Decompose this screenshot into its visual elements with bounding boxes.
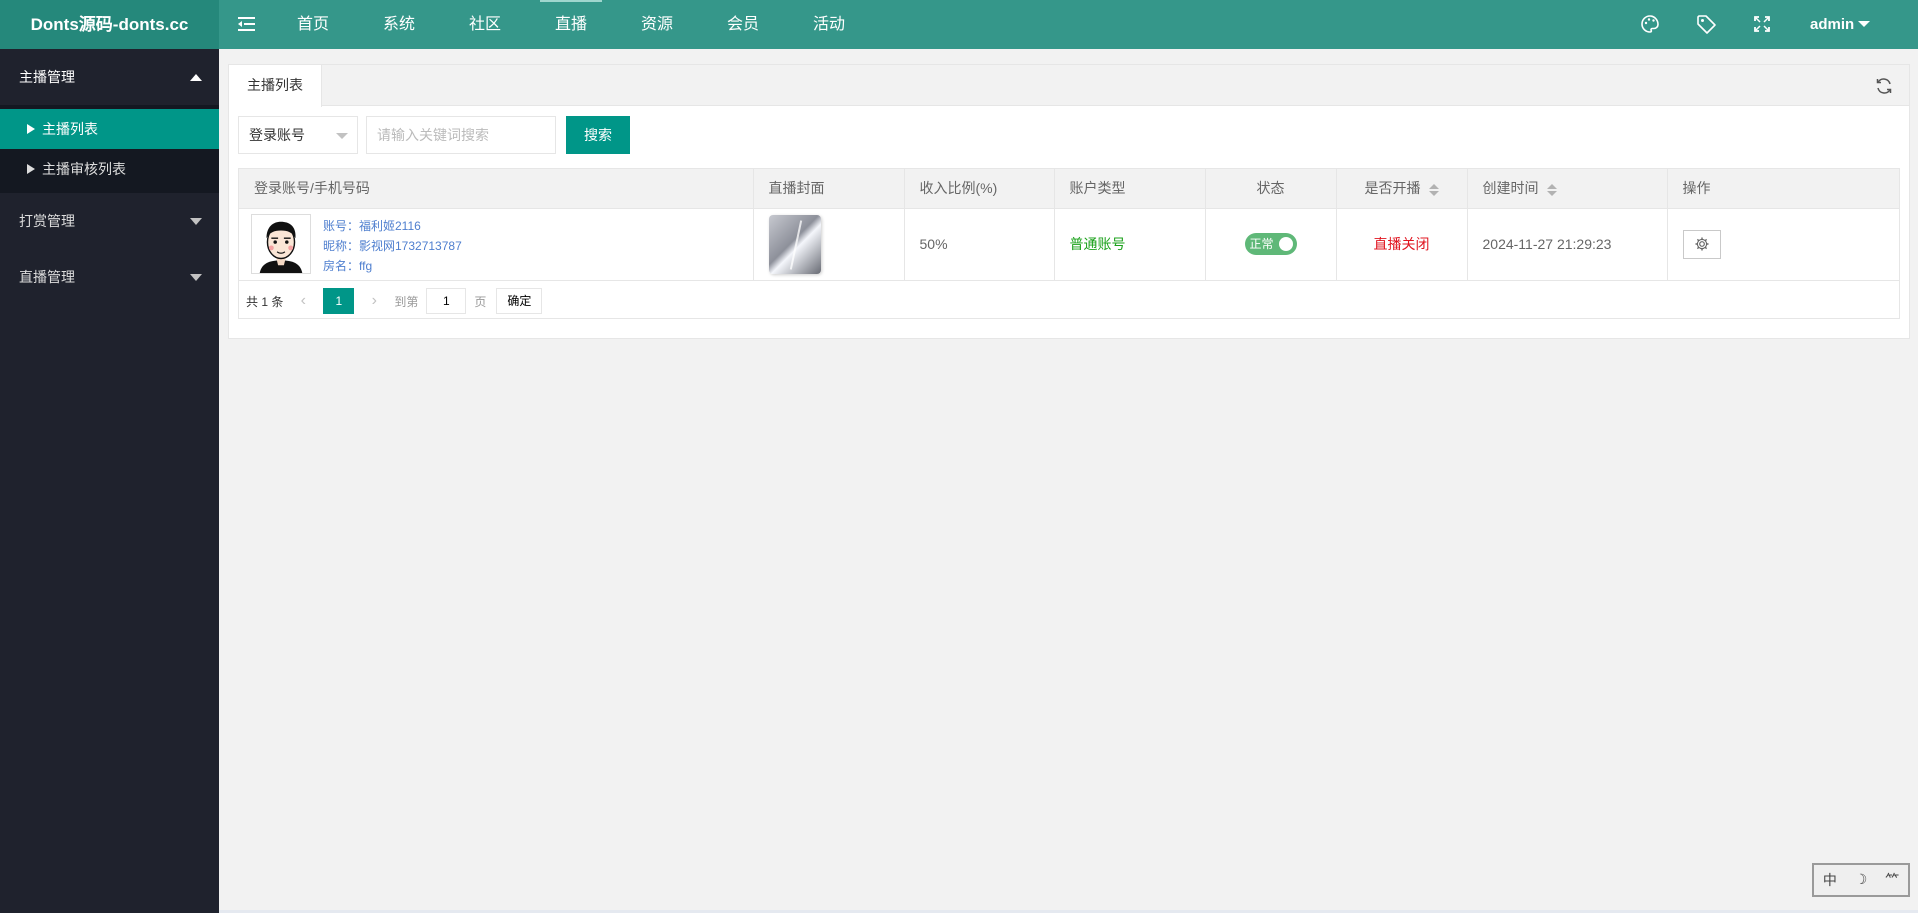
live-cover-image[interactable] (768, 214, 821, 274)
table-header-row: 登录账号/手机号码 直播封面 收入比例(%) 账户类型 状态 是否开播 创建时间… (239, 169, 1899, 209)
search-field-select[interactable]: 登录账号 (238, 116, 358, 154)
prev-page-icon[interactable]: ‹ (293, 292, 313, 310)
sidebar-submenu: 主播列表 主播审核列表 (0, 105, 219, 193)
ratio-cell: 50% (904, 208, 1055, 281)
col-cover: 直播封面 (753, 169, 905, 209)
gear-icon (1695, 237, 1708, 251)
ime-mode[interactable]: 中 (1823, 870, 1837, 890)
sidebar-item-streamer-review[interactable]: 主播审核列表 (0, 149, 219, 189)
col-actions: 操作 (1667, 169, 1899, 209)
username: admin (1810, 16, 1855, 33)
ime-moon-icon[interactable]: ☽ (1855, 872, 1868, 888)
user-menu[interactable]: admin (1810, 0, 1871, 49)
search-field-value: 登录账号 (249, 127, 305, 143)
chevron-down-icon (190, 218, 202, 225)
theme-icon[interactable] (1639, 13, 1661, 35)
sidebar-group-streamer[interactable]: 主播管理 (0, 49, 219, 105)
tab-streamer-list[interactable]: 主播列表 (229, 65, 322, 107)
app-logo[interactable]: Donts源码-donts.cc (0, 0, 219, 49)
triangle-right-icon (27, 164, 35, 175)
status-cell: 正常 (1205, 208, 1337, 281)
nav-system[interactable]: 系统 (356, 0, 442, 49)
account-name[interactable]: 账号：福利姬2116 (323, 216, 462, 236)
col-live-label: 是否开播 (1364, 180, 1421, 197)
account-info: 账号：福利姬2116 昵称：影视网1732713787 房名：ffg (323, 216, 462, 276)
ime-settings-icon[interactable]: ⺮ (1885, 870, 1899, 890)
avatar[interactable] (251, 213, 311, 274)
chevron-down-icon (190, 274, 202, 281)
nav-members[interactable]: 会员 (700, 0, 786, 49)
nav-live[interactable]: 直播 (528, 0, 614, 49)
nav-activity[interactable]: 活动 (786, 0, 872, 49)
content-card: 主播列表 登录账号 搜索 登录账号/手机号码 直播封面 收入比例(%) 账户类型… (228, 64, 1910, 339)
sidebar-group-label: 主播管理 (19, 69, 75, 85)
search-button[interactable]: 搜索 (566, 116, 630, 154)
table-row: 账号：福利姬2116 昵称：影视网1732713787 房名：ffg 50% 普… (239, 208, 1899, 281)
sidebar: 主播管理 主播列表 主播审核列表 打赏管理 直播管理 (0, 49, 219, 913)
cover-cell (753, 208, 905, 281)
fullscreen-icon[interactable] (1751, 13, 1773, 35)
ime-toolbar[interactable]: 中 ☽ ⺮ (1812, 863, 1910, 897)
pagination: 共 1 条 ‹ 1 › 到第 页 确定 (239, 282, 543, 320)
chevron-up-icon (190, 74, 202, 81)
tag-icon[interactable] (1695, 13, 1717, 35)
tab-bar: 主播列表 (229, 65, 1909, 107)
sidebar-item-streamer-list[interactable]: 主播列表 (0, 109, 219, 149)
total-count: 共 1 条 (246, 294, 284, 309)
next-page-icon[interactable]: › (364, 292, 384, 310)
page-unit-label: 页 (474, 294, 487, 309)
sidebar-item-label: 主播列表 (42, 121, 98, 137)
top-header: Donts源码-donts.cc 首页 系统 社区 直播 资源 会员 活动 ad… (0, 0, 1918, 49)
top-nav: 首页 系统 社区 直播 资源 会员 活动 (270, 0, 872, 49)
toggle-knob (1278, 237, 1293, 251)
chevron-down-icon (336, 133, 348, 139)
nav-resources[interactable]: 资源 (614, 0, 700, 49)
settings-button[interactable] (1682, 229, 1721, 259)
account-cell: 账号：福利姬2116 昵称：影视网1732713787 房名：ffg (239, 208, 754, 281)
actions-cell (1667, 208, 1899, 281)
status-toggle[interactable]: 正常 (1244, 233, 1297, 255)
goto-confirm-button[interactable]: 确定 (496, 288, 543, 314)
sort-icon[interactable] (1546, 183, 1557, 197)
created-cell: 2024-11-27 21:29:23 (1467, 208, 1668, 281)
goto-label: 到第 (394, 294, 419, 309)
status-toggle-label: 正常 (1249, 237, 1274, 251)
sidebar-item-label: 主播审核列表 (42, 161, 126, 177)
col-account-type: 账户类型 (1054, 169, 1206, 209)
sort-icon[interactable] (1428, 183, 1439, 197)
account-nickname[interactable]: 昵称：影视网1732713787 (323, 236, 462, 256)
triangle-right-icon (27, 124, 35, 135)
col-live[interactable]: 是否开播 (1336, 169, 1468, 209)
col-created[interactable]: 创建时间 (1467, 169, 1668, 209)
goto-page-input[interactable] (426, 288, 467, 314)
sidebar-group-label: 直播管理 (19, 269, 75, 285)
account-room[interactable]: 房名：ffg (323, 256, 462, 276)
streamer-table: 登录账号/手机号码 直播封面 收入比例(%) 账户类型 状态 是否开播 创建时间… (238, 168, 1900, 319)
sidebar-group-live[interactable]: 直播管理 (0, 249, 219, 305)
col-status: 状态 (1205, 169, 1337, 209)
chevron-down-icon (1858, 20, 1871, 27)
col-created-label: 创建时间 (1482, 180, 1539, 197)
refresh-icon[interactable] (1875, 77, 1893, 95)
sidebar-group-tips[interactable]: 打赏管理 (0, 193, 219, 249)
menu-toggle-icon[interactable] (237, 15, 257, 33)
live-status-cell: 直播关闭 (1336, 208, 1468, 281)
page-button[interactable]: 1 (323, 288, 355, 314)
sidebar-group-label: 打赏管理 (19, 213, 75, 229)
col-ratio: 收入比例(%) (904, 169, 1055, 209)
nav-community[interactable]: 社区 (442, 0, 528, 49)
nav-home[interactable]: 首页 (270, 0, 356, 49)
col-account: 登录账号/手机号码 (239, 169, 754, 209)
account-type-cell: 普通账号 (1054, 208, 1206, 281)
search-input[interactable] (366, 116, 556, 154)
